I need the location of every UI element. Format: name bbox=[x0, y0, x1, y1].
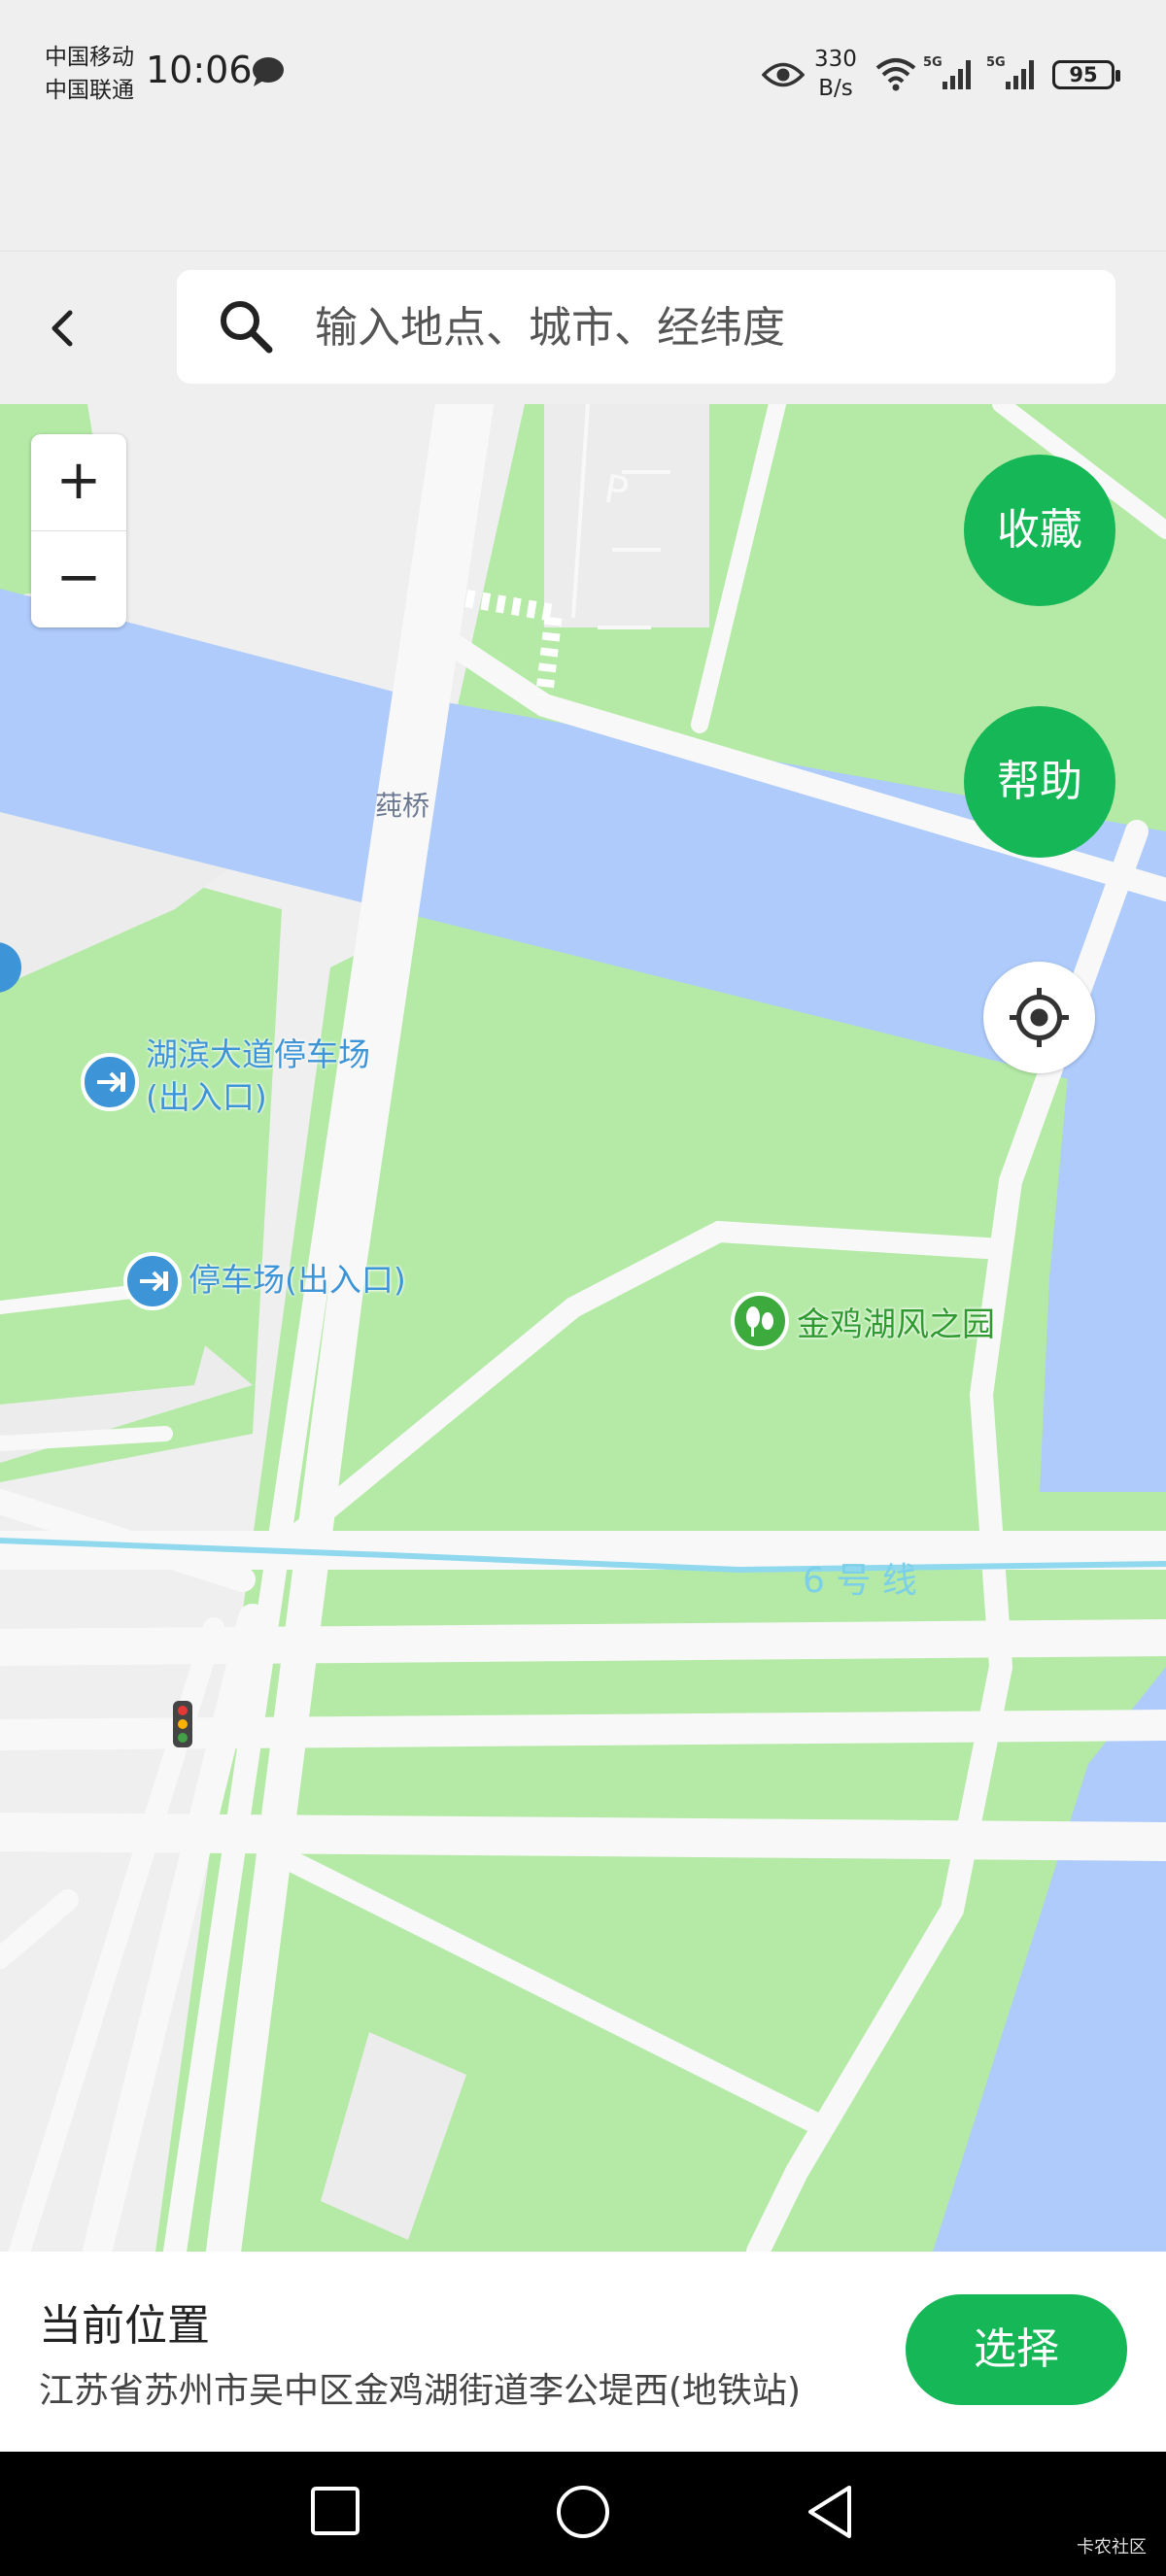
svg-text:5G: 5G bbox=[923, 55, 943, 70]
carrier-1: 中国移动 bbox=[45, 45, 134, 70]
svg-text:5G: 5G bbox=[986, 55, 1006, 70]
help-button[interactable]: 帮助 bbox=[964, 706, 1115, 858]
message-icon bbox=[253, 57, 284, 86]
wifi-icon bbox=[875, 58, 916, 91]
signal-icon-2: 5G bbox=[986, 55, 1034, 89]
poi-parking-1-name: 湖滨大道停车场 bbox=[146, 1035, 370, 1073]
metro-line-label: 6 号 线 bbox=[803, 1561, 917, 1601]
carrier-2: 中国联通 bbox=[45, 78, 134, 103]
speed-unit: B/s bbox=[818, 76, 853, 101]
map-view[interactable]: P 莼桥 湖滨大道停车场 (出入口) 停车场(出入口) 金鸡湖风之园 6 号 线 bbox=[0, 404, 1166, 2252]
battery-indicator: 95 bbox=[1052, 60, 1120, 89]
search-icon bbox=[221, 301, 273, 354]
favorite-button[interactable]: 收藏 bbox=[964, 455, 1115, 606]
watermark: 卡农社区 bbox=[1077, 2537, 1147, 2558]
select-button[interactable]: 选择 bbox=[906, 2294, 1127, 2405]
crosshair-icon bbox=[1010, 988, 1069, 1047]
zoom-control: + − bbox=[31, 434, 126, 627]
current-location-address: 江苏省苏州市吴中区金鸡湖街道李公堤西(地铁站) bbox=[39, 2371, 802, 2411]
back-nav-icon[interactable] bbox=[803, 2483, 857, 2541]
traffic-light-icon bbox=[173, 1701, 192, 1747]
park-icon bbox=[731, 1292, 789, 1350]
parking-entrance-icon-2 bbox=[123, 1252, 182, 1310]
parking-entrance-icon-1 bbox=[81, 1053, 139, 1111]
carrier-names: 中国移动 中国联通 bbox=[45, 41, 134, 107]
current-location-title: 当前位置 bbox=[39, 2301, 210, 2351]
network-speed: 330 B/s bbox=[814, 45, 857, 103]
home-icon[interactable] bbox=[554, 2483, 612, 2541]
locate-button[interactable] bbox=[983, 962, 1095, 1073]
system-nav-bar bbox=[0, 2452, 1166, 2576]
eye-icon bbox=[762, 62, 805, 87]
recent-apps-icon[interactable] bbox=[309, 2485, 363, 2539]
back-arrow-icon[interactable] bbox=[39, 299, 86, 357]
zoom-in-button[interactable]: + bbox=[31, 434, 126, 531]
bridge-label: 莼桥 bbox=[375, 790, 430, 822]
zoom-out-button[interactable]: − bbox=[31, 531, 126, 627]
poi-park[interactable]: 金鸡湖风之园 bbox=[797, 1298, 995, 1345]
signal-icon-1: 5G bbox=[923, 55, 971, 89]
search-input[interactable] bbox=[313, 291, 1094, 363]
speed-value: 330 bbox=[814, 47, 857, 72]
poi-parking-1-sub: (出入口) bbox=[146, 1078, 267, 1116]
poi-parking-1[interactable]: 湖滨大道停车场 (出入口) bbox=[146, 1034, 370, 1119]
clock: 10:06 bbox=[146, 49, 253, 91]
poi-parking-2[interactable]: 停车场(出入口) bbox=[189, 1259, 406, 1302]
